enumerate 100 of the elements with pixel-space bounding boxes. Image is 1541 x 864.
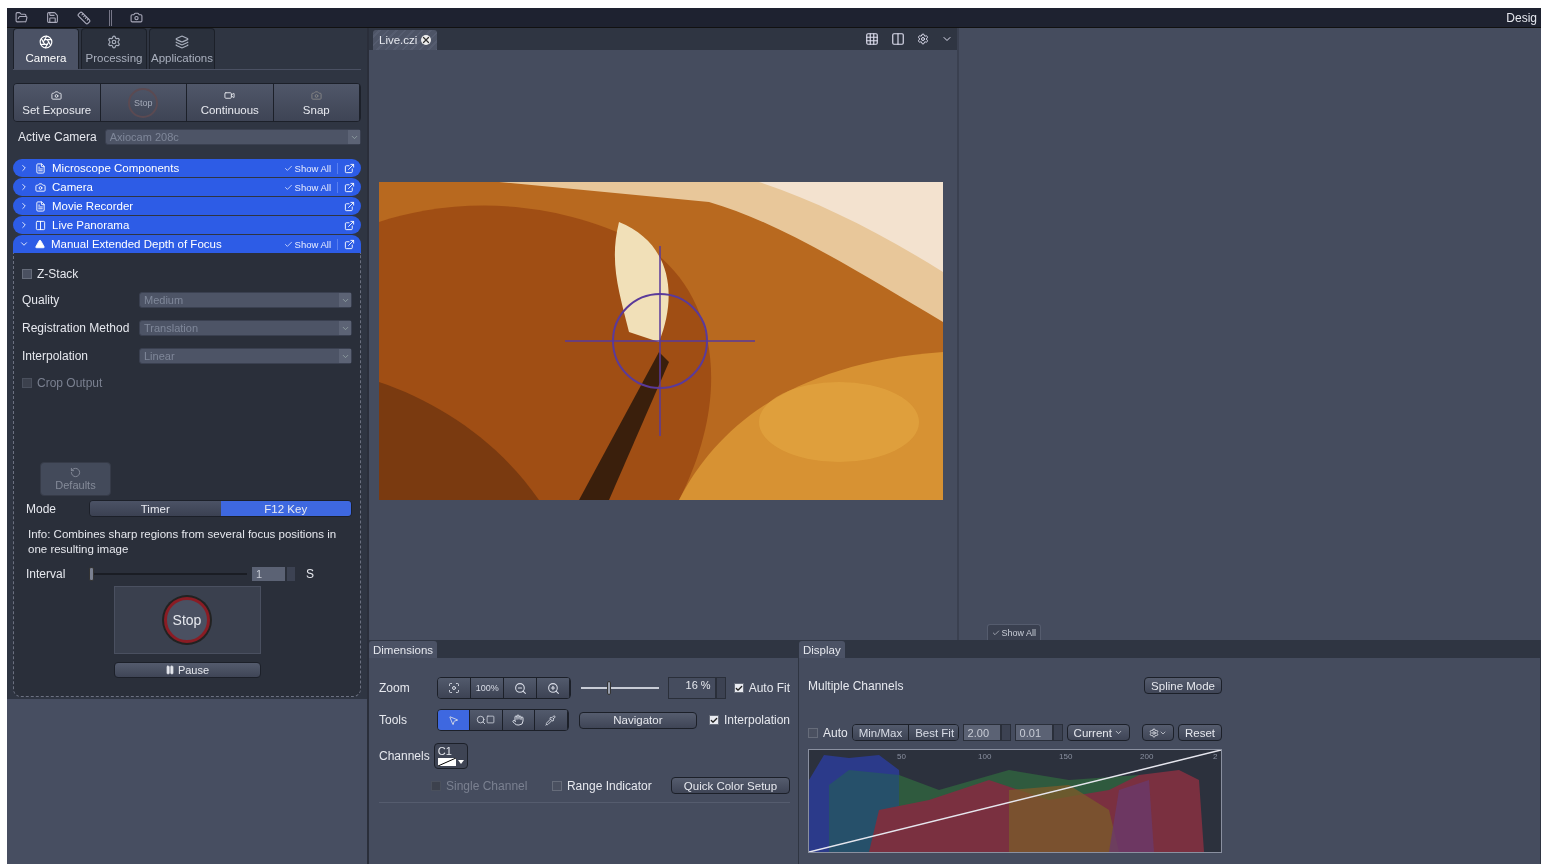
field-label: Channels [379, 749, 430, 763]
acquisition-button[interactable]: Set Exposure [14, 84, 101, 121]
show-all-tab[interactable]: Show All [987, 624, 1041, 640]
checkbox[interactable] [22, 269, 32, 279]
tool-group-header[interactable]: Live Panorama [13, 216, 361, 234]
save-icon[interactable] [46, 11, 59, 24]
camera-icon[interactable] [130, 11, 143, 24]
panel-tab[interactable]: Applications [149, 28, 215, 69]
panel-tab[interactable]: Camera [13, 28, 79, 69]
gear-icon [107, 34, 121, 49]
tool-button[interactable] [470, 710, 503, 730]
external-link-icon[interactable] [344, 238, 355, 250]
show-all-link[interactable]: Show All [294, 181, 331, 193]
gear-icon [1148, 727, 1159, 738]
checkbox[interactable] [551, 780, 562, 791]
external-link-icon[interactable] [344, 162, 355, 174]
document-icon [35, 200, 46, 212]
camera-icon [35, 181, 46, 193]
tool-button[interactable] [502, 710, 536, 730]
axis-tick-label: 50 [897, 752, 906, 761]
document-icon [35, 162, 46, 174]
zoom-in-icon [546, 681, 560, 695]
checkbox-label: Interpolation [723, 713, 790, 727]
acquisition-button[interactable]: Snap [273, 84, 360, 121]
field-label: Quality [22, 293, 61, 307]
camera-icon [51, 89, 63, 101]
channel-button[interactable]: C1 [433, 743, 468, 769]
field-label: Mode [26, 501, 58, 516]
panel-tab[interactable]: Display [799, 641, 845, 658]
zoom-button[interactable] [537, 678, 571, 698]
histogram-button[interactable]: Best Fit [909, 725, 958, 740]
histogram-button[interactable]: Min/Max [852, 725, 910, 740]
stop-button[interactable]: Stop [100, 84, 187, 121]
camera-icon [310, 89, 322, 101]
hand-icon [512, 714, 525, 726]
ruler-icon[interactable] [77, 10, 91, 25]
axis-tick-label: 2 [1213, 752, 1218, 761]
reset-button[interactable]: Reset [1177, 724, 1222, 741]
zoom-button[interactable]: 100% [471, 678, 505, 698]
step-field[interactable]: 0.01 [1014, 724, 1053, 741]
zoom-button[interactable] [504, 678, 538, 698]
reset-arrow-icon [70, 467, 81, 478]
panel-tab[interactable]: Dimensions [369, 641, 438, 658]
panel-tab[interactable]: Processing [81, 28, 147, 69]
axis-tick-label: 150 [1059, 752, 1073, 761]
panorama-icon [35, 219, 46, 231]
field-label: Registration Method [22, 321, 131, 335]
video-icon [224, 89, 236, 101]
channel-curve-icon [437, 758, 464, 766]
close-icon[interactable] [421, 35, 432, 45]
workspace-title: Desig [1506, 10, 1537, 25]
layers-icon [175, 34, 189, 49]
tool-button[interactable] [437, 710, 471, 730]
interval-field[interactable]: 1 [251, 566, 286, 582]
slider-thumb[interactable] [606, 681, 611, 695]
settings-icon[interactable] [917, 33, 929, 45]
document-tab[interactable]: Live.czi [373, 30, 438, 50]
acquisition-button[interactable]: Continuous [187, 84, 274, 121]
mode-option[interactable]: F12 Key [220, 501, 351, 516]
checkbox[interactable] [733, 683, 744, 693]
field-label: Tools [379, 713, 408, 727]
grid-icon[interactable] [865, 32, 879, 46]
triangle-icon [35, 239, 45, 249]
tool-group-header[interactable]: Manual Extended Depth of Focus Show All [13, 235, 361, 253]
spline-mode-button[interactable]: Spline Mode [1144, 677, 1222, 694]
stop-button[interactable]: Stop [164, 597, 210, 643]
chevron-down-icon [19, 239, 29, 249]
zoom-button[interactable] [438, 678, 472, 698]
split-view-icon[interactable] [891, 32, 905, 46]
tool-group-header[interactable]: Camera Show All [13, 178, 361, 196]
settings-menu-button[interactable] [1141, 724, 1174, 741]
external-link-icon[interactable] [344, 200, 355, 212]
checkbox[interactable] [808, 727, 818, 738]
show-all-link[interactable]: Show All [294, 238, 331, 250]
pointer-icon [447, 714, 459, 726]
gamma-field[interactable]: 2.00 [962, 724, 1001, 741]
tool-button[interactable] [535, 710, 568, 730]
checkbox-label: Auto [823, 725, 848, 740]
navigator-button[interactable]: Navigator [578, 711, 697, 729]
field-label: Zoom [379, 681, 411, 695]
tool-group-header[interactable]: Movie Recorder [13, 197, 361, 215]
external-link-icon[interactable] [344, 181, 355, 193]
external-link-icon[interactable] [344, 219, 355, 231]
zoom-out-icon [513, 681, 527, 695]
slider-thumb[interactable] [89, 567, 94, 581]
zoom-field[interactable]: 16 % [667, 677, 716, 699]
tool-group-header[interactable]: Microscope Components Show All [13, 159, 361, 177]
field-label: Interval [26, 567, 67, 581]
pause-button[interactable]: Pause [113, 662, 261, 678]
crosshair-icon [565, 246, 755, 436]
checkbox[interactable] [708, 715, 719, 725]
mode-option[interactable]: Timer [90, 501, 221, 516]
folder-icon[interactable] [15, 11, 28, 24]
zoom-rectangle-icon [476, 715, 496, 725]
axis-tick-label: 200 [1140, 752, 1154, 761]
show-all-link[interactable]: Show All [294, 162, 331, 174]
quick-color-setup-button[interactable]: Quick Color Setup [670, 777, 790, 794]
current-dropdown[interactable]: Current [1066, 724, 1130, 741]
unit-label: S [306, 567, 314, 581]
axis-tick-label: 100 [978, 752, 992, 761]
